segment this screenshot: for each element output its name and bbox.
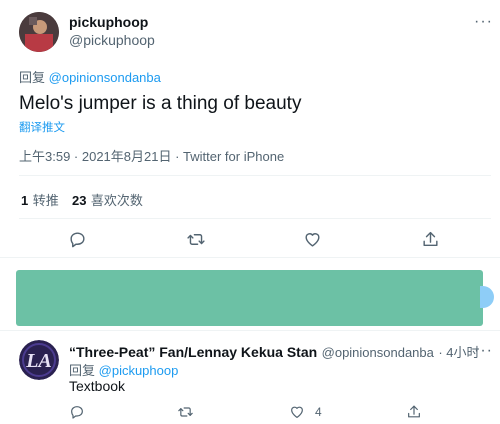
divider — [0, 257, 500, 258]
retweet-icon[interactable] — [177, 404, 194, 420]
reply-text: Textbook — [69, 378, 126, 394]
retweet-count: 1 — [21, 193, 29, 208]
reply-handle[interactable]: @opinionsondanba — [322, 345, 434, 360]
tweet-timestamp[interactable]: 上午3:59 · 2021年8月21日 · Twitter for iPhone — [19, 146, 284, 165]
divider — [0, 330, 500, 331]
avatar-pickuphoop[interactable] — [19, 12, 59, 52]
reply-header: “Three-Peat” Fan/Lennay Kekua Stan @opin… — [69, 342, 480, 362]
like-icon[interactable] — [289, 404, 305, 420]
reply-context: 回复 @opinionsondanba — [19, 67, 161, 86]
share-icon[interactable] — [406, 403, 422, 420]
share-icon[interactable] — [421, 229, 440, 249]
retweet-label: 转推 — [32, 193, 59, 208]
comment-icon[interactable] — [68, 230, 87, 249]
svg-text:LA: LA — [25, 350, 52, 372]
redaction-block — [16, 270, 483, 326]
like-icon[interactable] — [303, 230, 322, 249]
reply-display-name[interactable]: “Three-Peat” Fan/Lennay Kekua Stan — [69, 344, 317, 360]
reply-context: 回复 @pickuphoop — [69, 360, 178, 379]
reply-prefix: 回复 — [19, 70, 46, 85]
more-options-icon[interactable]: ··· — [474, 342, 493, 360]
display-name[interactable]: pickuphoop — [69, 14, 148, 30]
reply-prefix: 回复 — [69, 363, 96, 378]
retweet-stat[interactable]: 1 转推 — [21, 190, 59, 210]
divider — [19, 218, 491, 219]
like-label: 喜欢次数 — [90, 193, 143, 208]
comment-icon[interactable] — [69, 404, 85, 420]
translate-tweet-link[interactable]: 翻译推文 — [19, 119, 65, 135]
reply-to-link[interactable]: @pickuphoop — [99, 363, 179, 378]
more-options-icon[interactable]: ··· — [474, 13, 493, 31]
retweet-icon[interactable] — [186, 230, 206, 249]
avatar-opinionsondanba[interactable]: LA — [19, 340, 59, 380]
tweet-text: Melo's jumper is a thing of beauty — [19, 93, 302, 114]
user-handle[interactable]: @pickuphoop — [69, 32, 155, 48]
reply-like-count: 4 — [315, 405, 322, 419]
reply-to-link[interactable]: @opinionsondanba — [49, 70, 161, 85]
scroll-indicator[interactable] — [480, 286, 494, 308]
like-stat[interactable]: 23 喜欢次数 — [72, 190, 143, 210]
like-count: 23 — [72, 193, 87, 208]
divider — [19, 175, 491, 176]
